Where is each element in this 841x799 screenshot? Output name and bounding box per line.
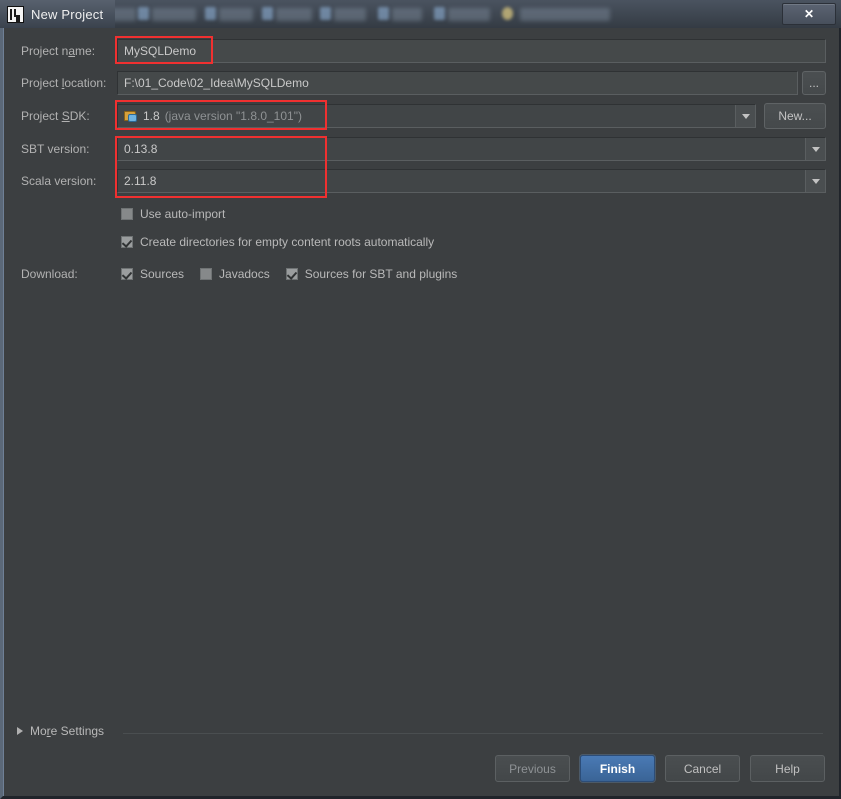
scala-version-label: Scala version: bbox=[21, 174, 97, 188]
browse-location-button[interactable]: ... bbox=[802, 71, 826, 95]
help-button[interactable]: Help bbox=[750, 755, 825, 782]
create-directories-checkbox[interactable] bbox=[121, 236, 133, 248]
create-directories-label: Create directories for empty content roo… bbox=[140, 235, 435, 249]
project-location-label: Project location: bbox=[21, 76, 107, 90]
java-sdk-icon bbox=[124, 110, 138, 123]
scala-version-combobox[interactable]: 2.11.8 bbox=[117, 169, 826, 193]
field-row-project-sdk: Project SDK: 1.8 (java version "1.8.0_10… bbox=[3, 103, 839, 129]
project-sdk-combobox[interactable]: 1.8 (java version "1.8.0_101") bbox=[117, 104, 756, 128]
intellij-idea-icon bbox=[7, 5, 24, 23]
finish-button[interactable]: Finish bbox=[580, 755, 655, 782]
download-sources-checkbox[interactable] bbox=[121, 268, 133, 280]
close-icon[interactable]: ✕ bbox=[782, 3, 836, 25]
create-directories-checkbox-row[interactable]: Create directories for empty content roo… bbox=[121, 232, 434, 252]
download-javadocs-checkbox[interactable] bbox=[200, 268, 213, 280]
sbt-version-combobox[interactable]: 0.13.8 bbox=[117, 137, 826, 161]
download-options-group: Sources Javadocs Sources for SBT and plu… bbox=[121, 264, 473, 284]
field-row-project-location: Project location: F:\01_Code\02_Idea\MyS… bbox=[3, 70, 839, 96]
sbt-version-label: SBT version: bbox=[21, 142, 90, 156]
sbt-version-value: 0.13.8 bbox=[124, 142, 158, 156]
use-auto-import-checkbox[interactable] bbox=[121, 208, 133, 220]
project-sdk-value: 1.8 (java version "1.8.0_101") bbox=[118, 109, 735, 123]
chevron-down-icon[interactable] bbox=[805, 138, 825, 160]
project-sdk-label: Project SDK: bbox=[21, 109, 90, 123]
field-row-download: Download: Sources Javadocs Sources for S… bbox=[3, 261, 839, 287]
project-name-label: Project name: bbox=[21, 44, 96, 58]
chevron-down-icon[interactable] bbox=[735, 105, 755, 127]
project-sdk-detail: (java version "1.8.0_101") bbox=[164, 109, 302, 123]
more-settings-label: More Settings bbox=[30, 724, 105, 738]
dialog-titlebar[interactable]: New Project ✕ bbox=[0, 0, 841, 28]
cancel-button[interactable]: Cancel bbox=[665, 755, 740, 782]
download-sbt-sources-checkbox-row[interactable]: Sources for SBT and plugins bbox=[285, 267, 458, 281]
new-project-dialog-window: New Project ✕ Project name: MySQLDemo Pr… bbox=[0, 0, 841, 799]
previous-button[interactable]: Previous bbox=[495, 755, 570, 782]
download-label: Download: bbox=[21, 267, 78, 281]
window-title: New Project bbox=[31, 6, 104, 22]
new-sdk-button[interactable]: New... bbox=[764, 103, 826, 129]
dialog-body: Project name: MySQLDemo Project location… bbox=[0, 28, 841, 799]
project-sdk-version: 1.8 bbox=[143, 109, 160, 123]
download-javadocs-checkbox-row[interactable]: Javadocs bbox=[200, 267, 270, 281]
use-auto-import-checkbox-row[interactable]: Use auto-import bbox=[121, 204, 225, 224]
project-name-input[interactable]: MySQLDemo bbox=[117, 39, 826, 63]
chevron-right-icon bbox=[17, 727, 23, 735]
field-row-sbt-version: SBT version: 0.13.8 bbox=[3, 136, 839, 162]
project-location-input[interactable]: F:\01_Code\02_Idea\MySQLDemo bbox=[117, 71, 798, 95]
download-javadocs-label: Javadocs bbox=[219, 267, 270, 281]
download-sources-label: Sources bbox=[140, 267, 185, 281]
more-settings-toggle[interactable]: More Settings bbox=[17, 724, 104, 738]
titlebar-title-area: New Project bbox=[0, 0, 116, 28]
download-sbt-sources-checkbox[interactable] bbox=[285, 268, 298, 280]
scala-version-value: 2.11.8 bbox=[124, 174, 157, 188]
download-sources-checkbox-row[interactable]: Sources bbox=[121, 267, 184, 281]
field-row-scala-version: Scala version: 2.11.8 bbox=[3, 168, 839, 194]
field-row-project-name: Project name: MySQLDemo bbox=[3, 38, 839, 64]
more-settings-divider bbox=[123, 733, 823, 734]
use-auto-import-label: Use auto-import bbox=[140, 207, 226, 221]
chevron-down-icon[interactable] bbox=[805, 170, 825, 192]
download-sbt-sources-label: Sources for SBT and plugins bbox=[304, 267, 458, 281]
